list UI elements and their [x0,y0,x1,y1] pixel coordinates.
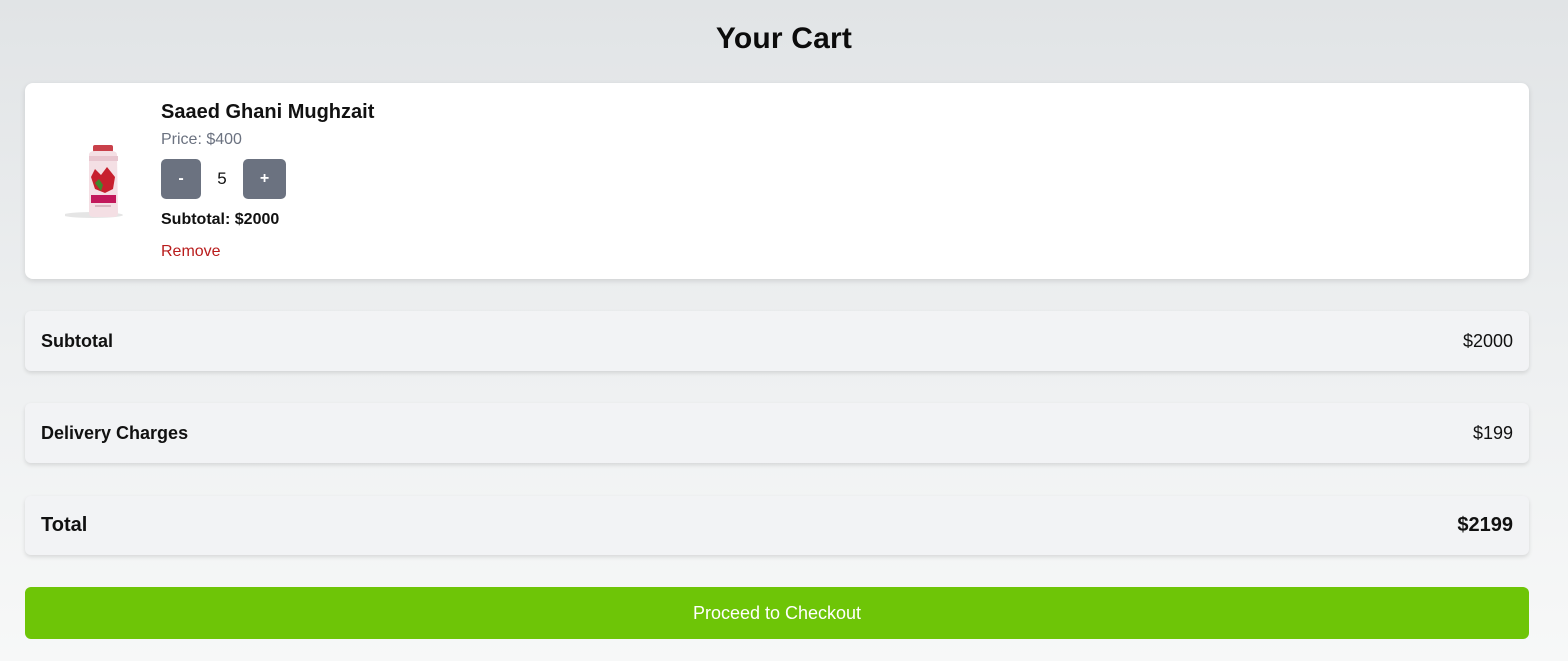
delivery-charges-value: $199 [1472,422,1513,443]
page-title: Your Cart [715,22,853,55]
subtotal-row: Subtotal $2000 [25,311,1529,371]
decrease-quantity-button[interactable]: - [161,159,201,199]
subtotal-label: Subtotal [41,330,113,351]
delivery-charges-row: Delivery Charges $199 [25,403,1529,463]
product-name: Saaed Ghani Mughzait [161,101,375,123]
total-value: $2199 [1457,514,1513,536]
quantity-value: 5 [217,169,227,188]
increase-quantity-button[interactable]: + [243,159,286,199]
delivery-charges-label: Delivery Charges [41,422,189,443]
subtotal-value: $2000 [1462,330,1513,351]
total-row: Total $2199 [25,496,1529,555]
product-image [63,143,135,223]
remove-item-link[interactable]: Remove [161,243,221,261]
total-label: Total [41,514,88,536]
proceed-to-checkout-button[interactable]: Proceed to Checkout [25,587,1529,639]
shampoo-bottle-icon [63,145,123,218]
cart-item: Saaed Ghani Mughzait Price: $400 - 5 + S… [25,83,1529,279]
product-price: Price: $400 [161,131,242,148]
item-subtotal: Subtotal: $2000 [161,211,280,228]
